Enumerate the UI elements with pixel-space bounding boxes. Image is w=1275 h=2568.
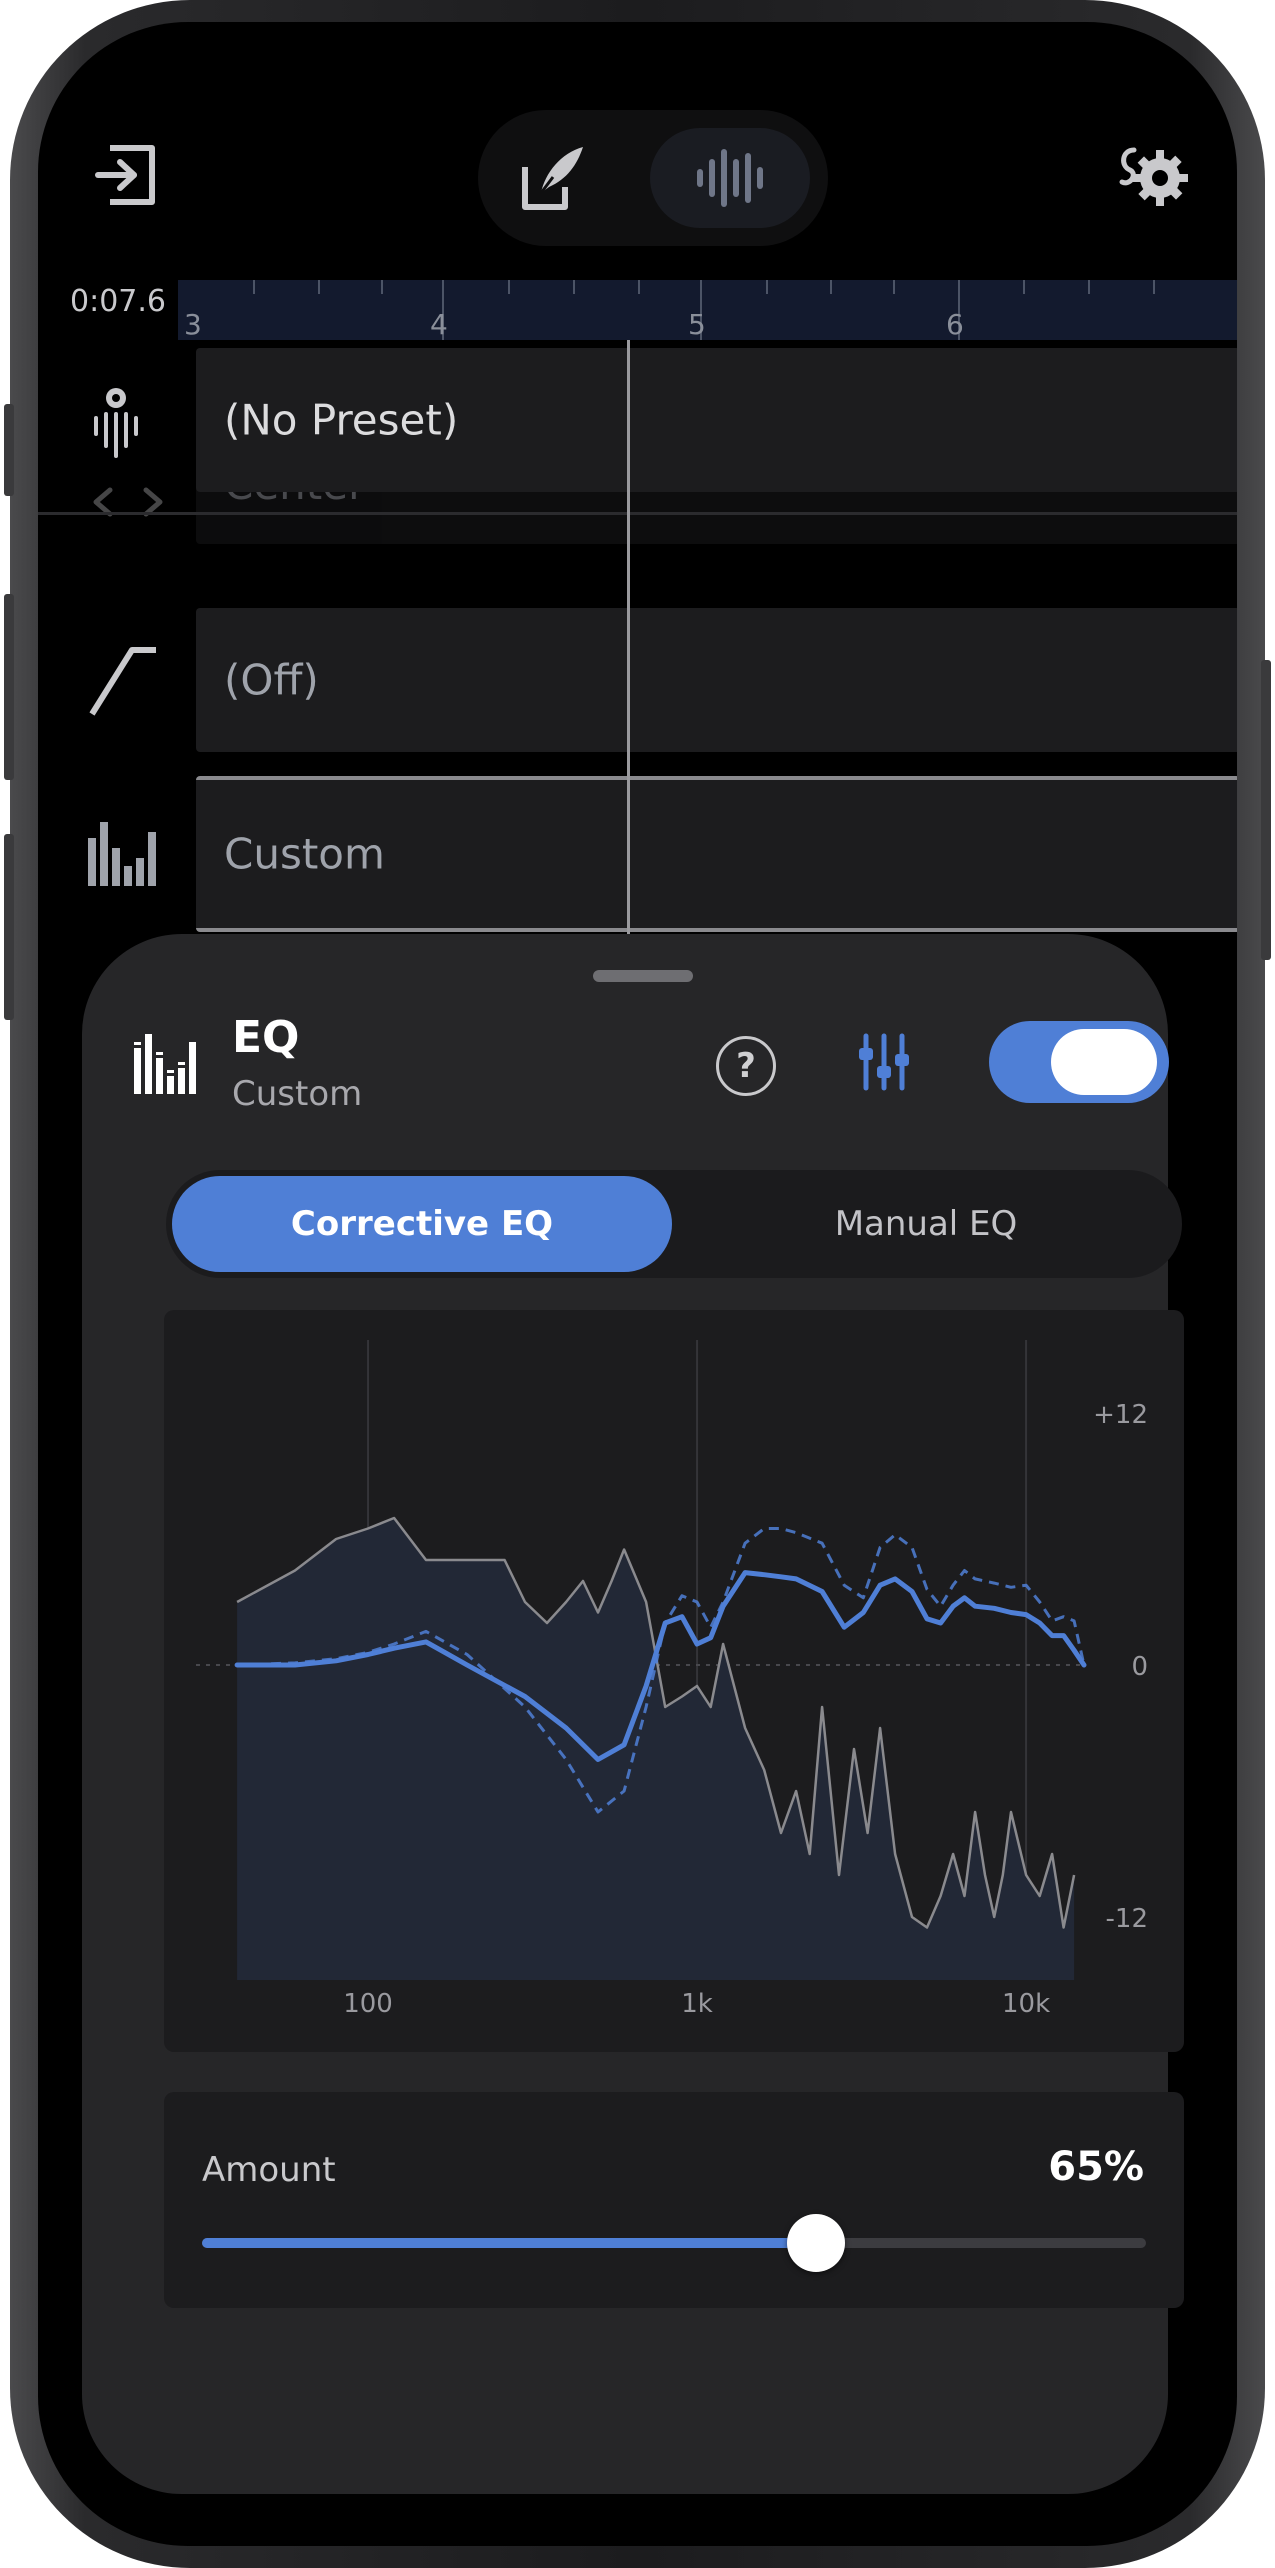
eq-bottom-sheet: EQ Custom ? Corrective EQ Manual EQ 100 …: [82, 934, 1184, 2494]
mute-switch: [4, 404, 14, 496]
x-tick-label: 1k: [681, 1989, 713, 2019]
waveform-icon: [697, 149, 763, 207]
x-tick-label: 10k: [1002, 1989, 1050, 2019]
amount-label: Amount: [202, 2150, 336, 2190]
audio-mode-button[interactable]: [650, 128, 810, 228]
eq-bars-icon: [88, 818, 160, 886]
ruler-tick: [1088, 280, 1090, 294]
y-tick-label: 0: [1131, 1652, 1148, 1682]
exit-icon: [95, 145, 155, 205]
timeline-ruler[interactable]: [178, 280, 1237, 340]
eq-curve-chart: 100 1k 10k +12 0 -12: [164, 1310, 1184, 2052]
help-icon: ?: [736, 1046, 756, 1086]
amount-value: 65%: [1048, 2144, 1144, 2190]
mode-toggle: [478, 110, 828, 246]
time-readout: 0:07.6: [70, 284, 166, 319]
edit-mode-button[interactable]: [506, 130, 602, 226]
ruler-label: 4: [430, 308, 448, 341]
help-button[interactable]: ?: [716, 1036, 776, 1096]
volume-down-button: [4, 834, 14, 1020]
ruler-tick: [1023, 280, 1025, 294]
amount-slider[interactable]: [202, 2214, 1146, 2272]
eq-sliders-button[interactable]: [858, 1032, 910, 1092]
eq-mode-segmented-control: Corrective EQ Manual EQ: [166, 1170, 1182, 1278]
ruler-tick: [638, 280, 640, 294]
toggle-knob: [1051, 1029, 1157, 1095]
music-settings-icon: [1119, 147, 1188, 206]
ruler-label: 3: [184, 308, 202, 341]
ruler-tick: [253, 280, 255, 294]
y-tick-label: -12: [1106, 1904, 1148, 1934]
y-tick-label: +12: [1093, 1400, 1148, 1430]
eq-chart-svg: 100 1k 10k +12 0 -12: [196, 1340, 1148, 2019]
ruler-tick: [573, 280, 575, 294]
ruler-tick: [1153, 280, 1155, 294]
volume-up-button: [4, 594, 14, 780]
x-tick-label: 100: [343, 1989, 393, 2019]
ruler-tick: [830, 280, 832, 294]
fade-curve-icon: [88, 642, 160, 718]
track-fade[interactable]: (Off): [196, 608, 1237, 752]
tab-manual-eq[interactable]: Manual EQ: [676, 1176, 1176, 1272]
sliders-icon: [859, 1033, 909, 1091]
ruler-label: 6: [946, 308, 964, 341]
ruler-tick: [381, 280, 383, 294]
voice-preset-icon: [86, 384, 146, 460]
amount-slider-thumb[interactable]: [786, 2214, 845, 2272]
ruler-tick: [318, 280, 320, 294]
track-fade-label: (Off): [224, 655, 319, 705]
ruler-tick: [893, 280, 895, 294]
track-divider: [38, 512, 1237, 515]
exit-button[interactable]: [90, 140, 160, 210]
eq-icon: [134, 1030, 198, 1094]
settings-button[interactable]: [1112, 140, 1188, 210]
tab-corrective-eq[interactable]: Corrective EQ: [172, 1176, 672, 1272]
track-preset-label: (No Preset): [224, 395, 459, 445]
screen: 0:07.6 3 4 5 6 Center (No Preset): [38, 22, 1237, 2546]
spectrum-area: [237, 1518, 1075, 1980]
track-eq-label: Custom: [224, 829, 385, 879]
quill-edit-icon: [522, 147, 583, 210]
ruler-tick: [766, 280, 768, 294]
ruler-label: 5: [688, 308, 706, 341]
pan-icon: [88, 482, 168, 522]
sheet-subtitle: Custom: [232, 1074, 363, 1114]
playhead[interactable]: [627, 340, 630, 940]
ruler-tick: [508, 280, 510, 294]
sheet-title: EQ: [232, 1012, 300, 1063]
sheet-drag-handle[interactable]: [593, 970, 693, 982]
amount-slider-fill: [202, 2238, 816, 2248]
phone-frame: 0:07.6 3 4 5 6 Center (No Preset): [4, 0, 1271, 2568]
eq-enable-toggle[interactable]: [989, 1021, 1169, 1103]
track-eq[interactable]: Custom: [196, 776, 1237, 932]
amount-card: Amount 65%: [164, 2092, 1184, 2308]
power-button: [1261, 660, 1271, 960]
track-preset[interactable]: (No Preset): [196, 348, 1237, 492]
